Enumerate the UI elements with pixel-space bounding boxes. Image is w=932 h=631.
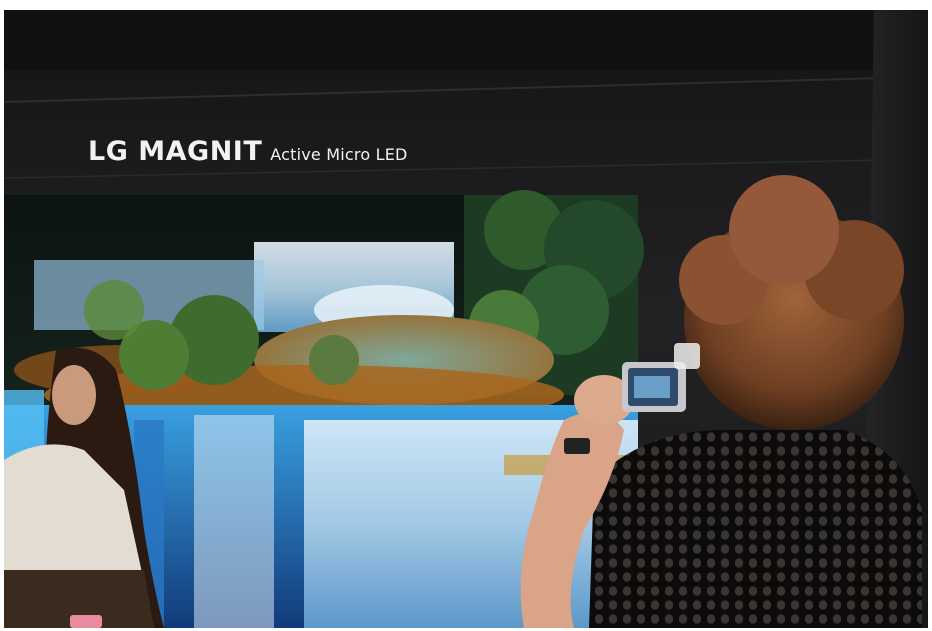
photo-scene [4,10,928,628]
brand-name: LG MAGNIT [88,136,263,167]
exhibition-photo: LG MAGNIT Active Micro LED [4,10,928,628]
signage-logo: LG MAGNIT Active Micro LED [88,136,408,167]
product-line: Active Micro LED [270,145,408,164]
